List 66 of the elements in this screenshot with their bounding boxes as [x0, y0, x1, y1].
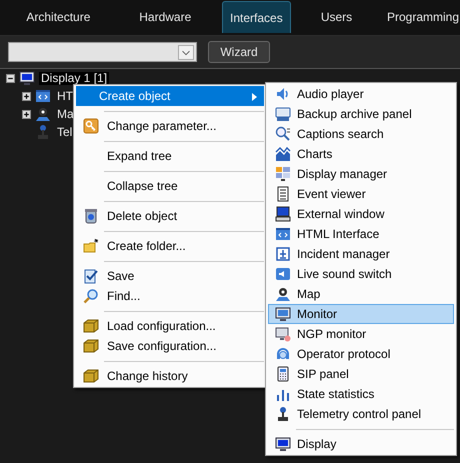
tab[interactable]: Hardware [116, 1, 214, 33]
menu-item[interactable]: SIP panel [268, 364, 454, 384]
menu-item[interactable]: State statistics [268, 384, 454, 404]
code-window-icon [35, 88, 51, 104]
menu-item[interactable]: Save configuration... [76, 336, 264, 356]
menu-item[interactable]: Change parameter... [76, 116, 264, 136]
menu-item[interactable]: External window [268, 204, 454, 224]
menu-item[interactable]: Display manager [268, 164, 454, 184]
folder-icon [83, 238, 99, 254]
menu-item[interactable]: HTML Interface [268, 224, 454, 244]
document-icon [275, 186, 291, 202]
menu-item[interactable]: Display [268, 434, 454, 454]
box-icon [83, 318, 99, 334]
tree-item[interactable]: Ma [55, 108, 76, 120]
menu-item[interactable]: Captions search [268, 124, 454, 144]
joystick-icon [275, 406, 291, 422]
menu-item[interactable]: Save [76, 266, 264, 286]
incident-icon [275, 246, 291, 262]
monitor-icon [19, 70, 35, 86]
menu-item[interactable]: Audio player [268, 84, 454, 104]
menu-item[interactable]: Collapse tree [76, 176, 264, 196]
menu-item[interactable]: NGP monitor [268, 324, 454, 344]
dropdown-field[interactable] [8, 42, 197, 62]
key-icon [83, 118, 99, 134]
monitor-icon [275, 306, 291, 322]
keypad-icon [275, 366, 291, 382]
menu-item[interactable]: Event viewer [268, 184, 454, 204]
joystick-icon [35, 124, 51, 140]
search-icon [83, 288, 99, 304]
menu-item[interactable]: Incident manager [268, 244, 454, 264]
menu-item[interactable]: Change history [76, 366, 264, 386]
menu-item[interactable]: Delete object [76, 206, 264, 226]
menu-item[interactable]: Telemetry control panel [268, 404, 454, 424]
grid-icon [275, 166, 291, 182]
menu-item[interactable]: Load configuration... [76, 316, 264, 336]
tree-item[interactable]: HT [55, 90, 75, 102]
menu-item[interactable]: Create object [76, 86, 264, 106]
tab[interactable]: Interfaces [222, 1, 292, 33]
expand-icon[interactable] [22, 110, 31, 118]
monitor-icon [275, 326, 291, 342]
monitor-icon [275, 436, 291, 452]
menu-item[interactable]: Monitor [268, 304, 454, 324]
tree-item[interactable]: Tel [55, 126, 74, 138]
code-window-icon [275, 226, 291, 242]
menu-item[interactable]: Expand tree [76, 146, 264, 166]
menu-item[interactable]: Find... [76, 286, 264, 306]
tray-icon [275, 106, 291, 122]
menu-item[interactable]: Create folder... [76, 236, 264, 256]
chart-icon [275, 146, 291, 162]
submenu-arrow-icon [252, 93, 257, 101]
tab[interactable]: Architecture [0, 1, 117, 33]
menu-item[interactable]: Live sound switch [268, 264, 454, 284]
menu-item[interactable]: Operator protocol [268, 344, 454, 364]
collapse-icon[interactable] [6, 74, 15, 82]
tab[interactable]: Programming [386, 1, 460, 33]
search-icon [275, 126, 291, 142]
wizard-button[interactable]: Wizard [208, 41, 270, 63]
computer-icon [275, 206, 291, 222]
speaker-icon [275, 266, 291, 282]
box-icon [83, 338, 99, 354]
expand-icon[interactable] [22, 92, 31, 100]
box-icon [83, 368, 99, 384]
menu-item[interactable]: Backup archive panel [268, 104, 454, 124]
menu-item[interactable]: Charts [268, 144, 454, 164]
menu-item[interactable]: Map [268, 284, 454, 304]
save-icon [83, 268, 99, 284]
